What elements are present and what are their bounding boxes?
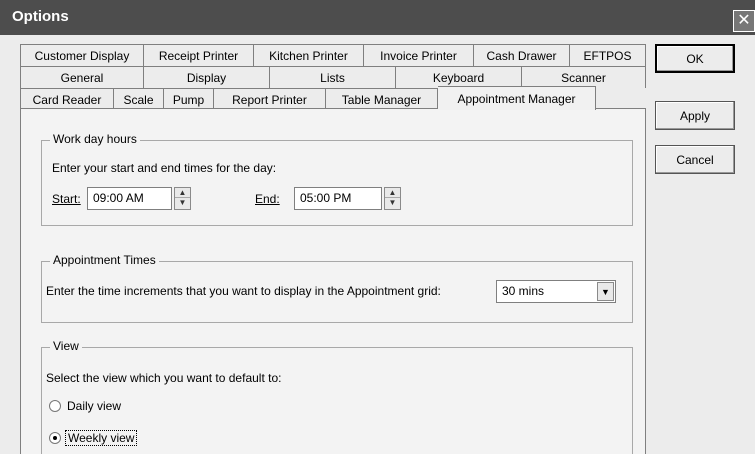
tab-invoice-printer[interactable]: Invoice Printer: [364, 44, 474, 66]
end-time-input[interactable]: 05:00 PM: [294, 187, 382, 210]
options-dialog: Options ✕ Customer Display Receipt Print…: [0, 0, 755, 454]
end-time-spinner[interactable]: ▲ ▼: [384, 187, 401, 210]
work-day-hours-legend: Work day hours: [50, 132, 140, 146]
start-spin-up-icon[interactable]: ▲: [175, 188, 190, 198]
tab-receipt-printer[interactable]: Receipt Printer: [144, 44, 254, 66]
end-label-text: End:: [255, 192, 280, 206]
tab-report-printer[interactable]: Report Printer: [214, 88, 326, 110]
cancel-button[interactable]: Cancel: [655, 145, 735, 174]
title-bar: Options ✕: [0, 0, 755, 35]
weekly-view-radio[interactable]: [49, 432, 61, 444]
tab-scale[interactable]: Scale: [114, 88, 164, 110]
daily-view-radio[interactable]: [49, 400, 61, 412]
tab-display[interactable]: Display: [144, 66, 270, 88]
time-increment-select[interactable]: 30 mins ▼: [496, 280, 616, 303]
tab-kitchen-printer[interactable]: Kitchen Printer: [254, 44, 364, 66]
start-time-spinner[interactable]: ▲ ▼: [174, 187, 191, 210]
end-label: End:: [255, 192, 280, 206]
apply-button[interactable]: Apply: [655, 101, 735, 130]
end-spin-down-icon[interactable]: ▼: [385, 198, 400, 208]
tab-general[interactable]: General: [20, 66, 144, 88]
dropdown-arrow-icon[interactable]: ▼: [597, 282, 614, 301]
tab-customer-display[interactable]: Customer Display: [20, 44, 144, 66]
tab-scanner[interactable]: Scanner: [522, 66, 646, 88]
tab-pump[interactable]: Pump: [164, 88, 214, 110]
tab-row-3: Card Reader Scale Pump Report Printer Ta…: [20, 86, 596, 110]
tab-card-reader[interactable]: Card Reader: [20, 88, 114, 110]
tab-row-2: General Display Lists Keyboard Scanner: [20, 66, 646, 88]
view-legend: View: [50, 339, 82, 353]
ok-button[interactable]: OK: [655, 44, 735, 73]
appointment-times-legend: Appointment Times: [50, 253, 159, 267]
work-day-instruction: Enter your start and end times for the d…: [52, 161, 277, 175]
tab-table-manager[interactable]: Table Manager: [326, 88, 438, 110]
tab-cash-drawer[interactable]: Cash Drawer: [474, 44, 570, 66]
window-title: Options: [12, 8, 69, 25]
work-day-hours-group: Work day hours Enter your start and end …: [41, 132, 633, 226]
start-spin-down-icon[interactable]: ▼: [175, 198, 190, 208]
weekly-view-label[interactable]: Weekly view: [65, 430, 138, 446]
view-group: View Select the view which you want to d…: [41, 339, 633, 454]
tab-appointment-manager[interactable]: Appointment Manager: [438, 86, 596, 110]
tab-row-1: Customer Display Receipt Printer Kitchen…: [20, 44, 646, 66]
appointment-times-instruction: Enter the time increments that you want …: [46, 284, 441, 298]
tab-eftpos[interactable]: EFTPOS: [570, 44, 646, 66]
time-increment-value: 30 mins: [502, 284, 545, 298]
start-label-text: Start:: [52, 192, 81, 206]
end-spin-up-icon[interactable]: ▲: [385, 188, 400, 198]
view-instruction: Select the view which you want to defaul…: [46, 371, 282, 385]
tab-keyboard[interactable]: Keyboard: [396, 66, 522, 88]
tab-lists[interactable]: Lists: [270, 66, 396, 88]
appointment-times-group: Appointment Times Enter the time increme…: [41, 253, 633, 323]
close-icon[interactable]: ✕: [733, 10, 755, 32]
start-label: Start:: [52, 192, 81, 206]
appointment-manager-panel: Work day hours Enter your start and end …: [20, 108, 646, 454]
daily-view-label[interactable]: Daily view: [67, 399, 121, 413]
start-time-input[interactable]: 09:00 AM: [87, 187, 172, 210]
